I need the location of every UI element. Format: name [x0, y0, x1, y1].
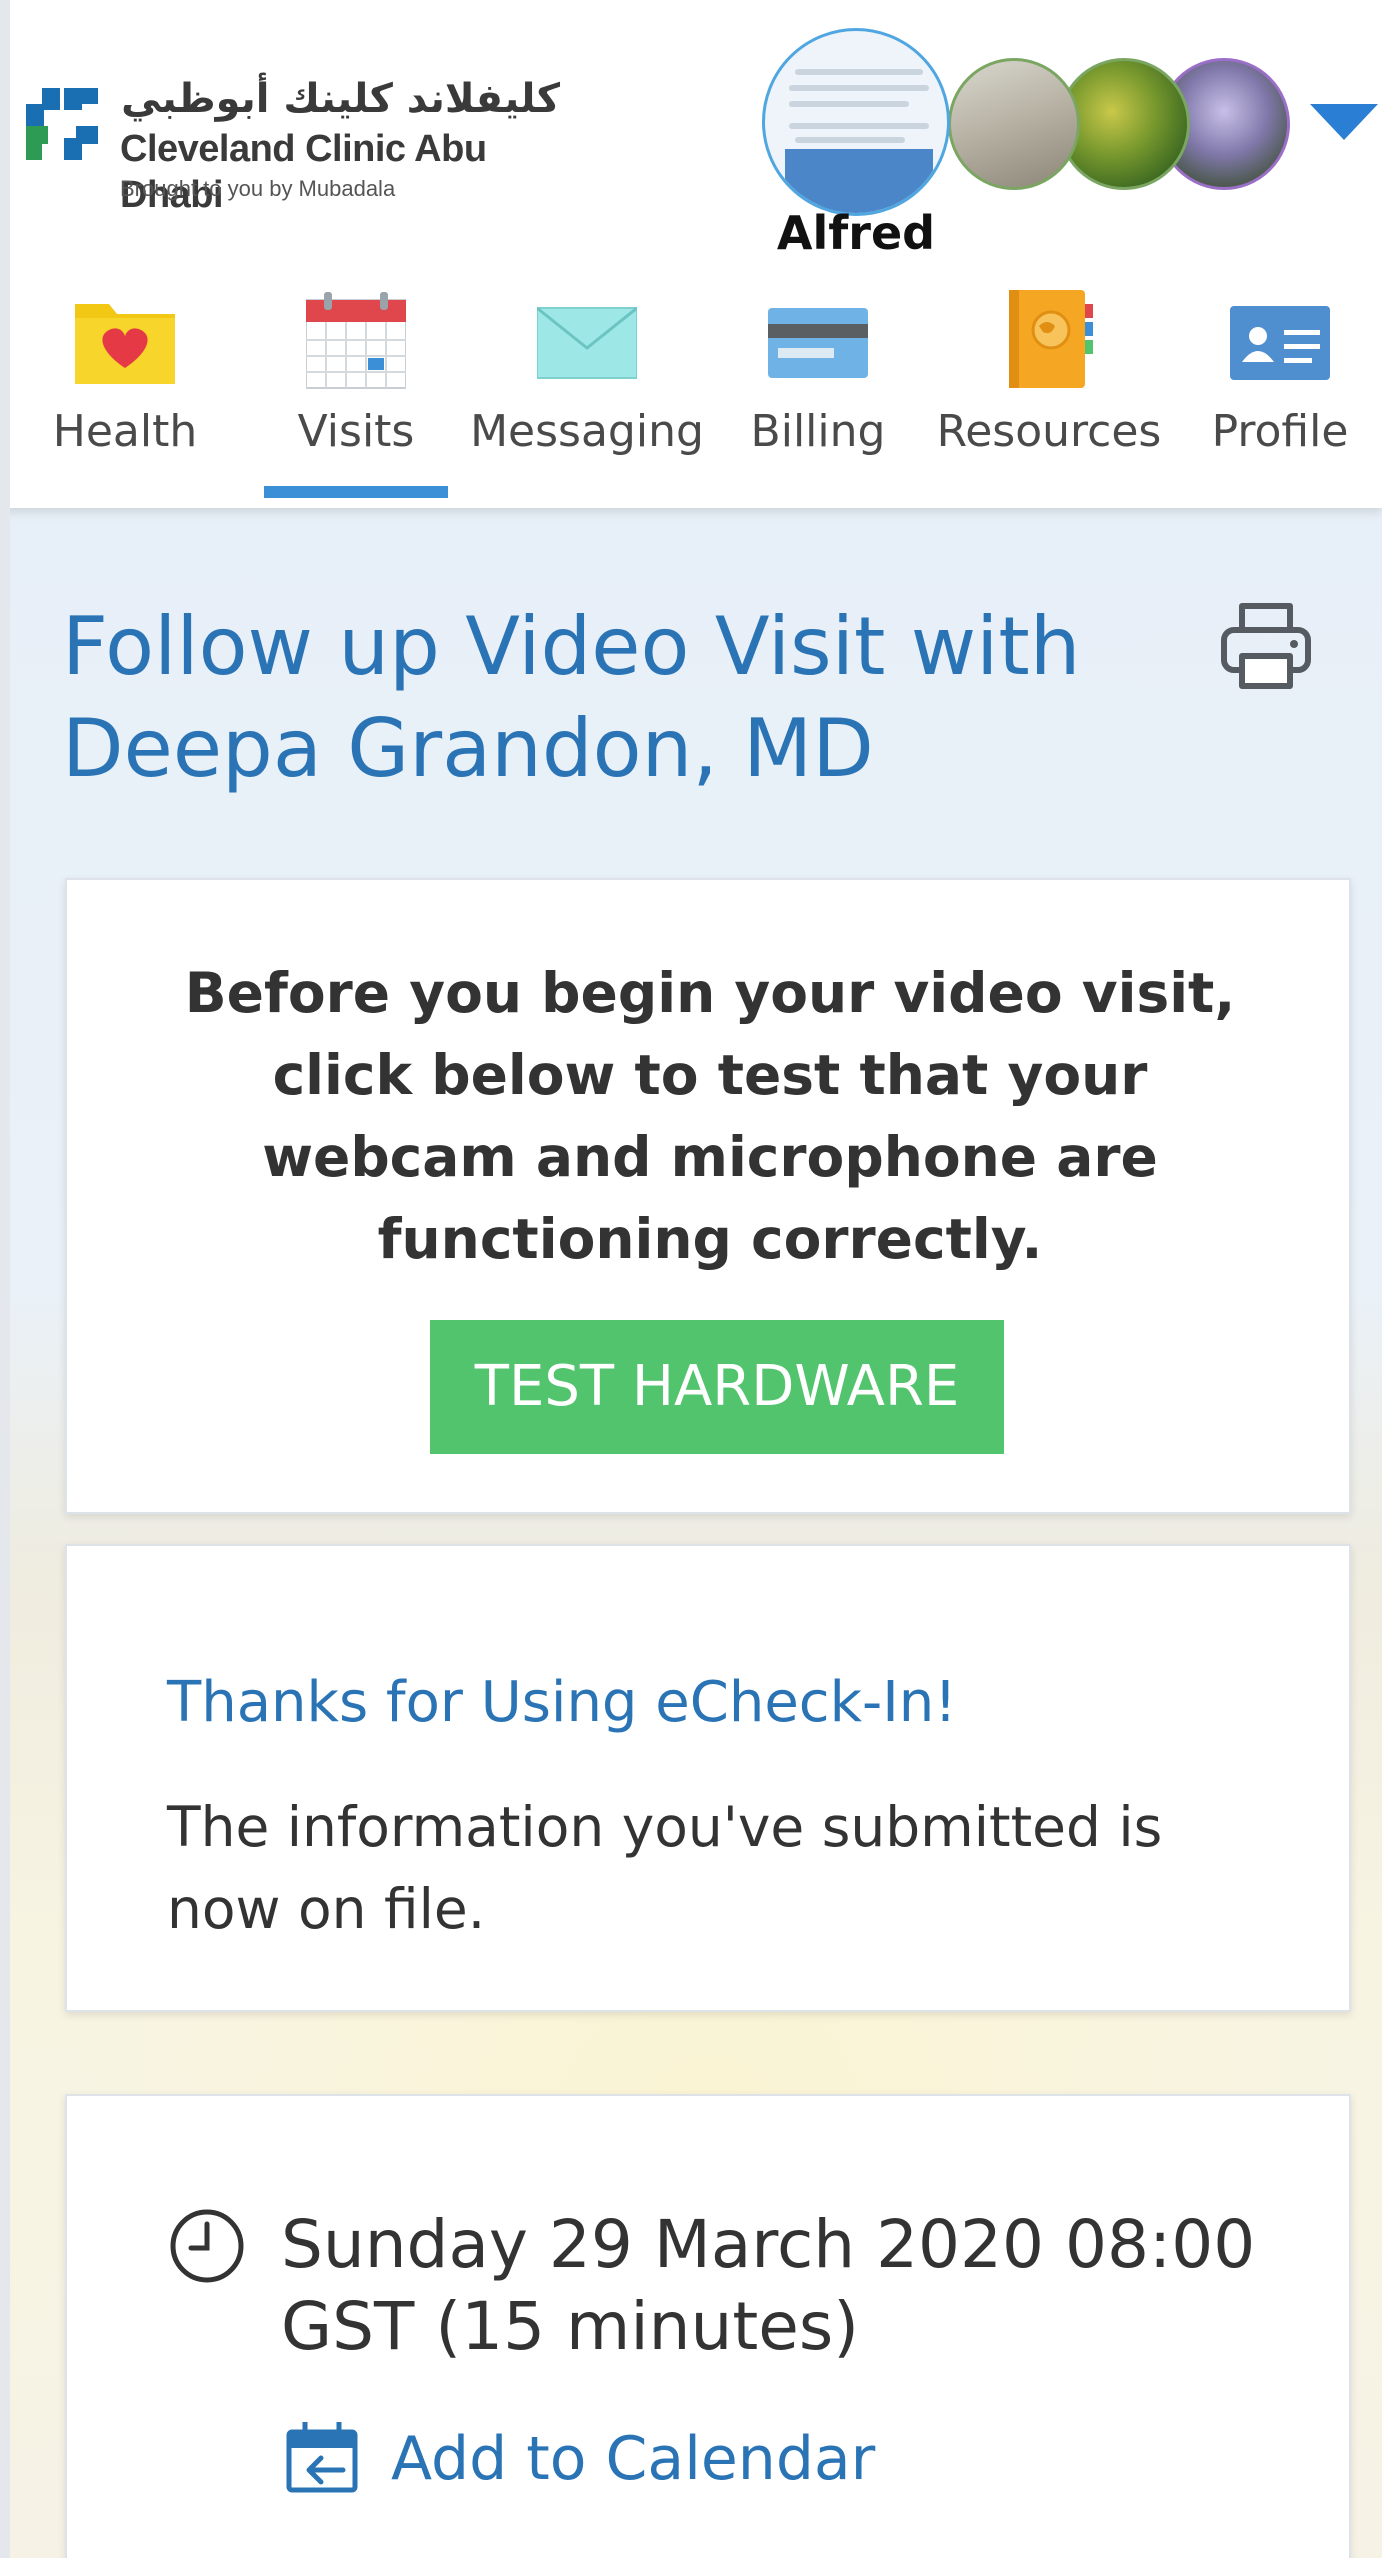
add-to-calendar-label[interactable]: Add to Calendar [391, 2422, 991, 2496]
nav-label: Profile [1211, 406, 1349, 457]
clock-icon [170, 2209, 244, 2283]
book-globe-icon [1009, 290, 1093, 388]
account-switcher[interactable]: Alfred [760, 28, 1290, 260]
calendar-icon [306, 292, 406, 389]
echeckin-message: The information you've submitted is now … [167, 1795, 1163, 1941]
test-hardware-button[interactable]: TEST HARDWARE [430, 1320, 1004, 1454]
avatar-objects[interactable] [948, 58, 1080, 190]
printer-icon[interactable] [1220, 600, 1312, 692]
logo-arabic-text: كليفلاند كلينك أبوظبي [121, 76, 560, 122]
active-tab-indicator [264, 486, 448, 498]
calendar-add-icon [286, 2422, 358, 2493]
add-to-calendar-link[interactable]: Add to Calendar [285, 2416, 985, 2506]
visit-datetime: Sunday 29 March 2020 08:00 GST (15 minut… [281, 2206, 1256, 2365]
id-card-icon [1230, 306, 1330, 380]
avatar-alfred[interactable] [762, 28, 950, 216]
nav-item-billing[interactable]: Billing [708, 280, 928, 506]
clinic-logo-mark-icon [20, 82, 104, 166]
nav-item-messaging[interactable]: Messaging [470, 280, 704, 506]
nav-label: Visits [297, 406, 415, 457]
nav-item-resources[interactable]: Resources [937, 280, 1161, 506]
page-title: Follow up Video Visit with Deepa Grandon… [62, 600, 1081, 795]
visit-time-card: Sunday 29 March 2020 08:00 GST (15 minut… [65, 2094, 1351, 2558]
echeckin-card: Thanks for Using eCheck-In! The informat… [65, 1544, 1351, 2012]
nav-label: Resources [936, 406, 1162, 457]
nav-label: Messaging [470, 406, 704, 457]
hardware-test-card: Before you begin your video visit, click… [65, 878, 1351, 1514]
clinic-logo[interactable]: كليفلاند كلينك أبوظبي Cleveland Clinic A… [20, 74, 560, 216]
app-header: كليفلاند كلينك أبوظبي Cleveland Clinic A… [0, 0, 1382, 508]
nav-item-visits[interactable]: Visits [246, 280, 466, 506]
caret-down-icon[interactable] [1310, 104, 1378, 140]
nav-item-profile[interactable]: Profile [1170, 280, 1382, 506]
credit-card-icon [768, 308, 868, 378]
envelope-icon [537, 306, 637, 379]
heart-folder-icon [75, 304, 175, 384]
logo-tagline: Brought to you by Mubadala [120, 176, 396, 201]
nav-label: Billing [750, 406, 886, 457]
echeckin-title: Thanks for Using eCheck-In! [167, 1670, 957, 1735]
visit-details: Follow up Video Visit with Deepa Grandon… [10, 508, 1382, 2558]
hardware-test-instructions: Before you begin your video visit, click… [184, 961, 1236, 1271]
nav-item-health[interactable]: Health [15, 280, 235, 506]
account-name[interactable]: Alfred [760, 206, 952, 260]
left-edge [0, 0, 10, 2558]
nav-label: Health [52, 406, 198, 457]
main-nav: Health Visits Messaging Billing Resource… [10, 280, 1382, 506]
logo-english-text: Cleveland Clinic Abu Dhabi [120, 128, 487, 216]
